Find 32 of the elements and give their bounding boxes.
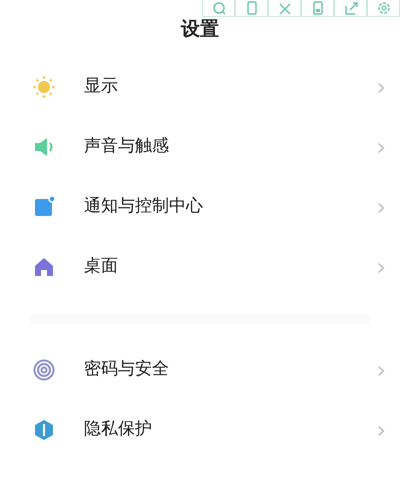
- toolbar-button[interactable]: [367, 0, 400, 17]
- toolbar-button[interactable]: [235, 0, 268, 17]
- search-icon: [210, 1, 226, 15]
- chevron-icon: ›: [376, 75, 386, 99]
- toolbar-button[interactable]: [202, 0, 235, 17]
- toolbar-button[interactable]: [301, 0, 334, 17]
- settings-item[interactable]: 隐私保护 ›: [0, 400, 400, 460]
- chevron-icon: ›: [376, 195, 386, 219]
- notification-icon: [32, 195, 56, 219]
- item-label: 桌面: [84, 255, 119, 278]
- item-label: 显示: [84, 75, 119, 98]
- item-label: 通知与控制中心: [84, 195, 204, 218]
- chevron-icon: ›: [376, 358, 386, 382]
- chevron-icon: ›: [376, 255, 386, 279]
- sun-icon: [32, 75, 56, 99]
- chevron-icon: ›: [376, 135, 386, 159]
- settings-item[interactable]: 密码与安全 ›: [0, 340, 400, 400]
- item-label: 声音与触感: [84, 135, 170, 158]
- settings-item[interactable]: 通知与控制中心 ›: [0, 177, 400, 237]
- toolbar-button[interactable]: [334, 0, 367, 17]
- settings-item[interactable]: 显示 ›: [0, 57, 400, 117]
- home-icon: [32, 255, 56, 279]
- settings-icon: [376, 1, 392, 15]
- settings-item[interactable]: 桌面 ›: [0, 237, 400, 297]
- page-title: 设置: [181, 18, 219, 40]
- toolbar-button[interactable]: [268, 0, 301, 17]
- item-label: 隐私保护: [84, 418, 153, 442]
- chevron-icon: ›: [376, 418, 386, 442]
- settings-item[interactable]: 声音与触感 ›: [0, 117, 400, 177]
- shield-icon: [32, 418, 56, 442]
- share-icon: [342, 1, 358, 15]
- item-label: 密码与安全: [84, 358, 170, 382]
